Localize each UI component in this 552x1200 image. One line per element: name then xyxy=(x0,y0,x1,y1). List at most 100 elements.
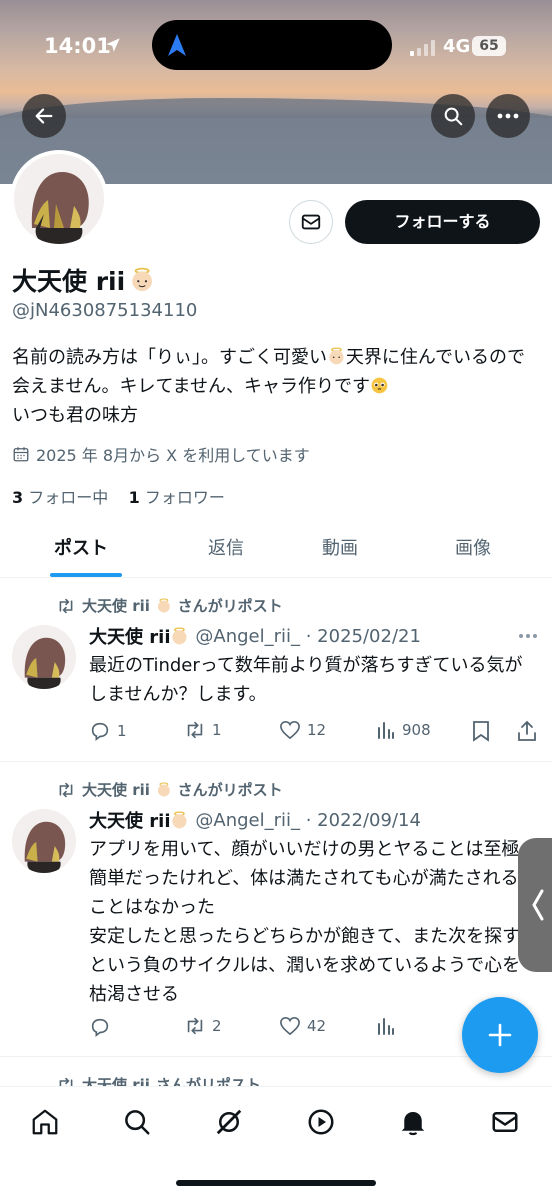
repost-suffix: さんがリポスト xyxy=(177,597,283,615)
following-link[interactable]: 3 フォロー中 xyxy=(12,488,108,507)
angel-emoji-icon xyxy=(172,627,188,644)
like-count: 12 xyxy=(307,721,327,739)
profile-bio: 名前の読み方は「りぃ」。すごく可愛い 天界に住んでいるので会えません。キレてません… xyxy=(12,343,542,430)
active-tab-indicator xyxy=(50,573,122,577)
more-dots-icon xyxy=(519,634,537,638)
views-button[interactable] xyxy=(376,1016,396,1036)
post-author-name[interactable]: 大天使 rii xyxy=(89,807,170,833)
follow-button[interactable]: フォローする xyxy=(345,200,540,244)
bookmark-button[interactable] xyxy=(472,720,490,742)
post-item[interactable]: 大天使 rii さんがリポスト 大天使 rii @Angel_rii_ · 202… xyxy=(0,579,552,762)
share-icon xyxy=(518,720,536,741)
profile-name: 大天使 rii xyxy=(12,262,155,298)
repost-icon xyxy=(187,1017,203,1035)
nav-explore[interactable] xyxy=(120,1105,154,1139)
repost-indicator: 大天使 rii さんがリポスト xyxy=(56,779,283,800)
search-icon xyxy=(444,107,463,126)
repost-button[interactable]: 2 xyxy=(184,1016,222,1036)
heart-icon xyxy=(280,720,300,740)
joined-date: 2025 年 8月から X を利用しています xyxy=(12,442,310,466)
repost-suffix: さんがリポスト xyxy=(177,781,283,799)
more-dots-icon xyxy=(497,113,519,119)
pleading-face-emoji-icon xyxy=(371,377,388,394)
like-button[interactable]: 42 xyxy=(279,1016,326,1036)
share-button[interactable] xyxy=(517,720,537,742)
profile-handle: @jN4630875134110 xyxy=(12,300,198,321)
views-count: 908 xyxy=(402,721,431,739)
post-header: 大天使 rii @Angel_rii_ · 2025/02/21 xyxy=(89,623,421,649)
battery-indicator: 65 xyxy=(472,36,506,56)
repost-count: 1 xyxy=(212,721,222,739)
search-button[interactable] xyxy=(431,94,475,138)
reply-count: 1 xyxy=(117,722,127,740)
angel-emoji-icon xyxy=(157,598,170,613)
status-bar: 14:01 4G 65 xyxy=(0,0,552,90)
joined-text: 2025 年 8月から X を利用しています xyxy=(36,446,310,465)
post-author-avatar[interactable] xyxy=(12,809,76,873)
post-handle-date: @Angel_rii_ · 2022/09/14 xyxy=(195,809,421,831)
bell-icon xyxy=(401,1112,425,1136)
views-button[interactable]: 908 xyxy=(376,720,431,740)
angel-emoji-icon xyxy=(329,347,344,365)
repost-icon xyxy=(187,721,203,739)
compose-post-button[interactable] xyxy=(462,997,538,1073)
repost-indicator: 大天使 rii さんがリポスト xyxy=(56,595,283,616)
nav-video[interactable] xyxy=(304,1105,338,1139)
bio-text-1: 名前の読み方は「りぃ」。すごく可愛い xyxy=(12,347,327,368)
like-button[interactable]: 12 xyxy=(279,720,326,740)
followers-count: 1 xyxy=(128,488,140,507)
signal-icon xyxy=(410,40,435,56)
back-button[interactable] xyxy=(22,94,66,138)
reply-icon xyxy=(91,1018,109,1037)
following-count: 3 xyxy=(12,488,24,507)
repost-icon xyxy=(59,598,73,613)
post-text: 最近のTinderって数年前より質が落ちすぎている気がしませんか？します。 xyxy=(89,655,523,705)
nav-grok[interactable] xyxy=(212,1105,246,1139)
nav-home[interactable] xyxy=(28,1105,62,1139)
reply-button[interactable]: 1 xyxy=(89,720,127,742)
followers-link[interactable]: 1 フォロワー xyxy=(129,488,225,507)
message-button[interactable] xyxy=(289,200,333,244)
tab-videos[interactable]: 動画 xyxy=(322,534,358,560)
post-author-name[interactable]: 大天使 rii xyxy=(89,623,170,649)
mail-icon xyxy=(301,214,321,230)
profile-avatar[interactable] xyxy=(10,150,108,248)
tab-posts[interactable]: ポスト xyxy=(54,534,108,560)
tab-replies[interactable]: 返信 xyxy=(208,534,244,560)
following-label: フォロー中 xyxy=(28,488,109,507)
nav-notifications[interactable] xyxy=(396,1105,430,1139)
profile-name-text: 大天使 rii xyxy=(12,267,126,296)
followers-label: フォロワー xyxy=(144,488,225,507)
mail-icon xyxy=(492,1112,518,1132)
avatar-image xyxy=(14,154,104,244)
post-item[interactable]: 大天使 rii さんがリポスト xyxy=(0,1058,552,1094)
dynamic-island xyxy=(152,20,392,70)
more-options-button[interactable] xyxy=(486,94,530,138)
bookmark-icon xyxy=(473,721,489,742)
location-arrow-icon xyxy=(106,38,120,52)
angel-emoji-icon xyxy=(157,782,170,797)
back-arrow-icon xyxy=(35,108,53,124)
views-chart-icon xyxy=(378,1018,394,1035)
repost-user: 大天使 rii xyxy=(82,597,150,615)
plus-icon xyxy=(488,1023,512,1047)
post-author-avatar[interactable] xyxy=(12,625,76,689)
repost-button[interactable]: 1 xyxy=(184,720,222,740)
chevron-left-icon xyxy=(532,889,544,921)
tab-images[interactable]: 画像 xyxy=(455,534,491,560)
reply-button[interactable] xyxy=(89,1016,117,1038)
heart-icon xyxy=(280,1016,300,1036)
home-icon xyxy=(32,1109,58,1135)
nav-messages[interactable] xyxy=(488,1105,522,1139)
grok-icon xyxy=(216,1109,242,1135)
side-panel-handle[interactable] xyxy=(518,838,552,972)
status-time: 14:01 xyxy=(44,34,111,58)
bio-text-3: いつも君の味方 xyxy=(12,405,138,426)
post-handle-date: @Angel_rii_ · 2025/02/21 xyxy=(195,625,421,647)
post-more-button[interactable] xyxy=(518,623,538,644)
profile-tabs: ポスト 返信 動画 画像 xyxy=(0,520,552,578)
navigation-arrow-icon xyxy=(168,34,186,56)
angel-emoji-icon xyxy=(172,811,188,828)
reply-icon xyxy=(91,722,109,741)
post-text: アプリを用いて、顔がいいだけの男とヤることは至極簡単だったけれど、体は満たされて… xyxy=(89,839,521,1005)
